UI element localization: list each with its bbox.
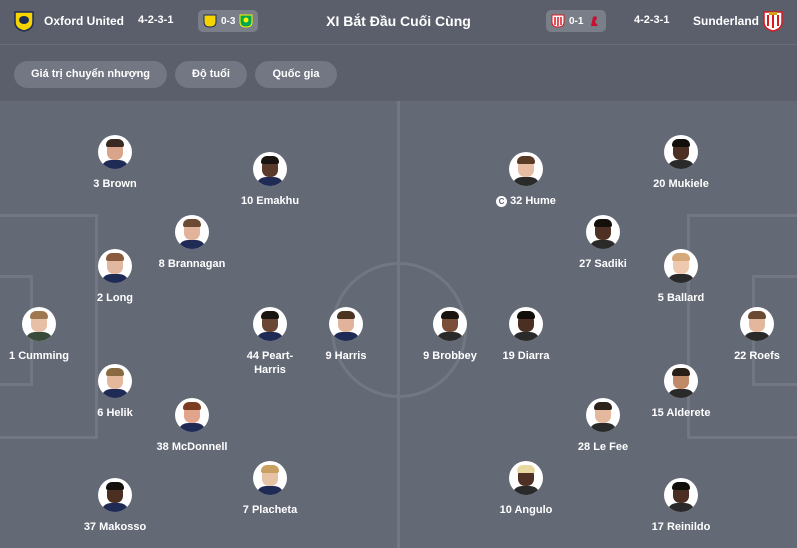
oxford-crest-icon — [14, 11, 34, 32]
player-avatar — [253, 152, 287, 186]
player-avatar — [98, 249, 132, 283]
oxford-crest-icon — [203, 14, 217, 28]
player-avatar — [586, 398, 620, 432]
player-label: 7 Placheta — [242, 504, 298, 516]
filter-market-value[interactable]: Giá trị chuyển nhượng — [14, 61, 167, 88]
player-label-text: 32 Hume — [510, 195, 556, 207]
filter-age[interactable]: Độ tuổi — [175, 61, 247, 88]
player-avatar — [509, 307, 543, 341]
filter-bar: Giá trị chuyển nhượng Độ tuổi Quốc gia — [0, 44, 797, 101]
player-avatar — [664, 478, 698, 512]
player-label: C 32 Hume — [456, 194, 596, 208]
away-last-result[interactable]: 0-1 — [546, 10, 607, 32]
player-avatar — [740, 307, 774, 341]
page-title: XI Bắt Đầu Cuối Cùng — [326, 13, 471, 29]
filter-nationality[interactable]: Quốc gia — [255, 61, 337, 88]
player-label: 37 Makosso — [83, 521, 147, 533]
player-avatar — [664, 249, 698, 283]
player-label: 20 Mukiele — [653, 178, 709, 190]
player-label: 1 Cumming — [9, 350, 69, 362]
home-team-name[interactable]: Oxford United — [44, 14, 124, 28]
home-formation: 4-2-3-1 — [138, 14, 174, 26]
player-avatar — [175, 398, 209, 432]
player-avatar — [253, 461, 287, 495]
player-label: 6 Helik — [97, 407, 133, 419]
sunderland-crest-icon — [551, 14, 565, 28]
player-label: 2 Long — [96, 292, 134, 304]
player-avatar — [98, 478, 132, 512]
player-avatar — [175, 215, 209, 249]
player-label: 38 McDonnell — [156, 441, 228, 453]
norwich-crest-icon — [239, 14, 253, 28]
home-last-score: 0-3 — [221, 15, 236, 27]
player-label: 5 Ballard — [657, 292, 705, 304]
home-last-result[interactable]: 0-3 — [198, 10, 259, 32]
player-label: 17 Reinildo — [651, 521, 711, 533]
player-avatar — [664, 135, 698, 169]
player-avatar — [509, 461, 543, 495]
player-label: 28 Le Fee — [577, 441, 629, 453]
player-avatar — [509, 152, 543, 186]
away-formation: 4-2-3-1 — [634, 14, 670, 26]
player-avatar — [253, 307, 287, 341]
player-label: 22 Roefs — [734, 350, 780, 362]
player-avatar — [664, 364, 698, 398]
player-label: 8 Brannagan — [158, 258, 226, 270]
sunderland-crest-icon — [763, 11, 783, 32]
player-avatar — [22, 307, 56, 341]
player-label: 27 Sadiki — [579, 258, 627, 270]
player-label: 10 Emakhu — [240, 195, 300, 207]
away-last-score: 0-1 — [569, 15, 584, 27]
player-label: 15 Alderete — [651, 407, 711, 419]
player-avatar — [98, 135, 132, 169]
liverpool-crest-icon — [591, 16, 599, 26]
player-label: 3 Brown — [93, 178, 137, 190]
captain-badge-icon: C — [496, 196, 508, 207]
player-avatar — [586, 215, 620, 249]
player-label: 10 Angulo — [499, 504, 553, 516]
player-avatar — [329, 307, 363, 341]
player-label: 19 Diarra — [502, 350, 550, 362]
player-avatar — [98, 364, 132, 398]
player-avatar — [433, 307, 467, 341]
away-team-name[interactable]: Sunderland — [693, 14, 759, 28]
lineup-header: Oxford United 4-2-3-1 0-3 XI Bắt Đầu Cuố… — [0, 0, 797, 44]
